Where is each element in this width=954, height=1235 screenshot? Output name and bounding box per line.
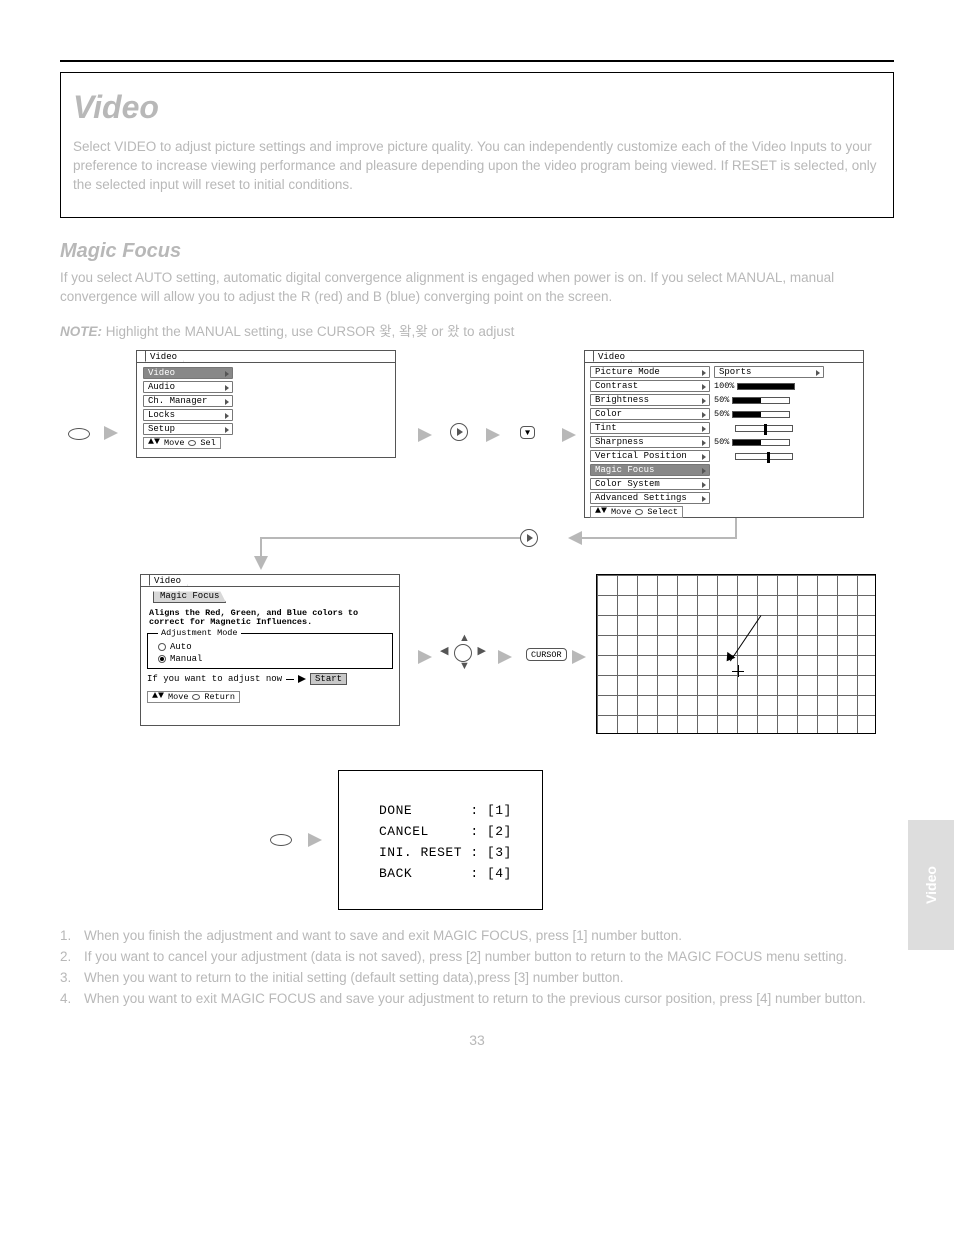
arrow-icon [298,675,306,683]
submenu-magic-focus[interactable]: Magic Focus [590,464,710,476]
magic-focus-panel: Video Magic Focus Aligns the Red, Green,… [140,574,400,726]
cursor-down-key-icon: ▼ [520,426,535,439]
magic-focus-title: Magic Focus [60,240,894,263]
menu-button-icon [68,428,90,440]
cursor-key-label: CURSOR [526,648,567,661]
cursor-pad-icon: ▲▼◀▶ [438,634,488,670]
magic-focus-description: Aligns the Red, Green, and Blue colors t… [149,609,391,627]
menu-item-locks[interactable]: Locks [143,409,233,421]
arrow-icon [498,650,512,664]
submenu-contrast[interactable]: Contrast [590,380,710,392]
magic-focus-subtab: Magic Focus [153,591,226,603]
submenu-brightness[interactable]: Brightness [590,394,710,406]
panel-tab: Video [149,574,188,586]
sharpness-value: 50% [714,437,790,447]
arrow-icon [562,428,576,442]
manual-convergence-grid[interactable] [596,574,876,734]
menu-item-ch-manager[interactable]: Ch. Manager [143,395,233,407]
connector [735,518,737,538]
submenu-sharpness[interactable]: Sharpness [590,436,710,448]
opt-inireset: INI. RESET : [3] [379,843,512,864]
cursor-right-icon [450,423,468,441]
submenu-footer-hint: ▲▼Move Select [590,506,683,518]
key-button-icon [270,834,292,846]
color-value: 50% [714,409,790,419]
submenu-color[interactable]: Color [590,408,710,420]
submenu-color-system[interactable]: Color System [590,478,710,490]
magic-focus-note: NOTE: Highlight the MANUAL setting, use … [60,320,894,340]
note-text: Highlight the MANUAL setting, use CURSOR… [106,324,515,339]
top-rule [60,60,894,62]
connector [260,537,262,558]
video-submenu-panel: Video Picture Mode Sports Contrast 100% Br… [584,350,864,518]
side-tab-video: Video [908,820,954,950]
submenu-picture-mode[interactable]: Picture Mode [590,366,710,378]
opt-back: BACK : [4] [379,864,512,885]
contrast-value: 100% [714,381,795,391]
brightness-value: 50% [714,395,790,405]
step-3: When you want to return to the initial s… [84,970,894,985]
page-title: Video [73,89,881,126]
submenu-value-sports[interactable]: Sports [714,366,824,378]
step-2: If you want to cancel your adjustment (d… [84,949,894,964]
arrow-icon [308,833,322,847]
arrow-icon [418,428,432,442]
submenu-advanced-settings[interactable]: Advanced Settings [590,492,710,504]
intro-paragraph: Select VIDEO to adjust picture settings … [73,138,881,195]
submenu-vertical-position[interactable]: Vertical Position [590,450,710,462]
panel-tab: Video [145,350,184,362]
tint-value [714,425,793,432]
arrow-icon [572,650,586,664]
note-label: NOTE: [60,324,102,339]
adjustment-mode-group: Adjustment Mode Auto Manual [147,633,393,669]
arrow-icon [418,650,432,664]
menu-footer-hint: ▲▼Move Sel [143,437,221,449]
arrow-icon [486,428,500,442]
cursor-right-icon [520,529,538,547]
page-number: 33 [60,1032,894,1048]
connector [260,537,520,539]
opt-cancel: CANCEL : [2] [379,822,512,843]
steps-list: 1.When you finish the adjustment and wan… [60,928,894,1006]
vpos-value [714,453,793,460]
magic-focus-paragraph: If you select AUTO setting, automatic di… [60,269,894,307]
panel-tab: Video [593,350,632,362]
menu-item-setup[interactable]: Setup [143,423,233,435]
connector [582,537,737,539]
arrow-icon [254,556,268,570]
step-4: When you want to exit MAGIC FOCUS and sa… [84,991,894,1006]
arrow-icon [104,426,118,440]
key-options-box: DONE : [1] CANCEL : [2] INI. RESET : [3]… [338,770,543,909]
submenu-tint[interactable]: Tint [590,422,710,434]
step-1: When you finish the adjustment and want … [84,928,894,943]
adjustment-mode-legend: Adjustment Mode [158,628,241,638]
main-menu-panel: Video Video Audio Ch. Manager Locks Setu… [136,350,396,458]
flow-diagram: Video Video Audio Ch. Manager Locks Setu… [60,350,890,760]
menu-item-video[interactable]: Video [143,367,233,379]
menu-item-audio[interactable]: Audio [143,381,233,393]
radio-auto[interactable]: Auto [158,642,388,652]
opt-done: DONE : [1] [379,801,512,822]
arrow-icon [568,531,582,545]
video-header-box: Video Select VIDEO to adjust picture set… [60,72,894,218]
radio-manual[interactable]: Manual [158,654,388,664]
start-button[interactable]: Start [310,673,347,685]
start-row: If you want to adjust now Start [147,673,393,685]
focus-footer-hint: ▲▼Move Return [147,691,240,703]
